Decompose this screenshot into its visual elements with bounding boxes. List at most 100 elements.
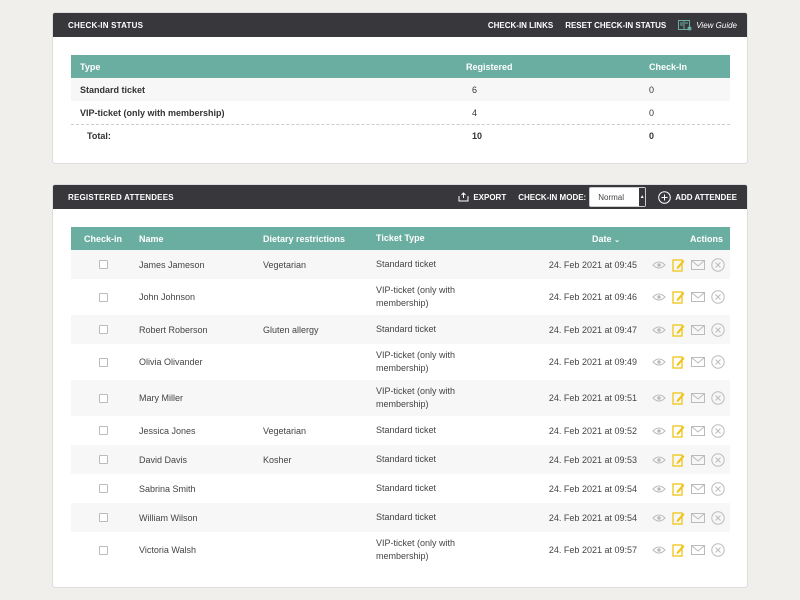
mail-icon[interactable] xyxy=(691,512,705,523)
attendee-name: John Johnson xyxy=(139,292,196,302)
checkin-checkbox[interactable] xyxy=(98,513,108,522)
checkin-checkbox[interactable] xyxy=(98,260,108,269)
mail-icon[interactable] xyxy=(691,357,705,367)
attendee-ticket: VIP-ticket (only with membership) xyxy=(376,285,456,308)
attendee-row: Olivia Olivander VIP-ticket (only with me… xyxy=(71,344,730,380)
view-guide-link[interactable]: View Guide xyxy=(678,19,737,31)
edit-icon[interactable] xyxy=(672,391,685,405)
status-row: Standard ticket 6 0 xyxy=(71,78,730,101)
checkin-cell xyxy=(71,426,135,435)
checkin-cell xyxy=(71,545,135,555)
col-checkin: Check-in xyxy=(83,233,122,244)
checkin-cell xyxy=(71,513,135,522)
add-attendee-button[interactable]: ADD ATTENDEE xyxy=(658,190,737,204)
mail-icon[interactable] xyxy=(691,259,705,270)
checkin-checkbox[interactable] xyxy=(98,484,108,493)
close-circle-icon[interactable] xyxy=(711,355,725,369)
attendee-name: William Wilson xyxy=(139,512,198,523)
close-circle-icon[interactable] xyxy=(711,257,725,272)
col-date-sort[interactable]: Date ⌄ xyxy=(476,234,646,244)
eye-icon[interactable] xyxy=(652,513,666,523)
attendee-name: James Jameson xyxy=(139,259,205,270)
checkin-checkbox[interactable] xyxy=(98,393,108,403)
checkin-cell xyxy=(71,455,135,464)
eye-icon[interactable] xyxy=(652,484,666,494)
edit-icon[interactable] xyxy=(672,323,685,337)
eye-icon[interactable] xyxy=(652,545,666,555)
close-circle-icon[interactable] xyxy=(711,322,725,337)
checkin-checkbox[interactable] xyxy=(98,545,108,555)
attendee-row: Victoria Walsh VIP-ticket (only with memb… xyxy=(71,532,730,568)
mail-icon[interactable] xyxy=(691,545,705,555)
reset-checkin-button[interactable]: RESET CHECK-IN STATUS xyxy=(565,21,666,30)
attendees-table: Check-in Name Dietary restrictions Ticke… xyxy=(71,227,730,568)
attendee-ticket: Standard ticket xyxy=(376,512,437,522)
checkin-checkbox[interactable] xyxy=(98,325,108,334)
close-circle-icon[interactable] xyxy=(711,391,725,405)
close-circle-icon[interactable] xyxy=(711,452,725,467)
eye-icon[interactable] xyxy=(652,393,666,403)
export-label: EXPORT xyxy=(473,192,507,202)
registered-attendees-panel: REGISTERED ATTENDEES EXPORT CHECK-IN MOD… xyxy=(52,184,748,588)
status-checkin: 0 xyxy=(649,84,655,95)
checkin-links-button[interactable]: CHECK-IN LINKS xyxy=(488,21,553,30)
edit-icon[interactable] xyxy=(672,511,685,525)
eye-icon[interactable] xyxy=(652,292,666,302)
close-circle-icon[interactable] xyxy=(711,481,725,496)
close-circle-icon[interactable] xyxy=(711,290,725,304)
attendee-date: 24. Feb 2021 at 09:49 xyxy=(548,357,637,367)
edit-icon[interactable] xyxy=(672,424,685,438)
checkin-cell xyxy=(71,325,135,334)
attendee-date: 24. Feb 2021 at 09:46 xyxy=(548,292,637,302)
checkin-cell xyxy=(71,292,135,302)
checkin-checkbox[interactable] xyxy=(98,357,108,367)
mail-icon[interactable] xyxy=(691,292,705,302)
edit-icon[interactable] xyxy=(672,290,685,304)
attendee-ticket: Standard ticket xyxy=(376,483,437,493)
edit-icon[interactable] xyxy=(672,258,685,272)
mail-icon[interactable] xyxy=(691,425,705,436)
row-actions xyxy=(646,510,730,525)
attendee-diet: Gluten allergy xyxy=(263,324,319,335)
attendee-row: John Johnson VIP-ticket (only with member… xyxy=(71,279,730,315)
status-total-row: Total: 10 0 xyxy=(71,124,730,147)
attendee-name: Sabrina Smith xyxy=(139,483,196,494)
status-type: VIP-ticket (only with membership) xyxy=(80,107,225,118)
attendee-row: Jessica Jones Vegetarian Standard ticket 24… xyxy=(71,416,730,445)
attendee-row: James Jameson Vegetarian Standard ticket 24… xyxy=(71,250,730,279)
checkin-status-header: CHECK-IN STATUS CHECK-IN LINKS RESET CHE… xyxy=(53,13,747,37)
eye-icon[interactable] xyxy=(652,357,666,367)
mail-icon[interactable] xyxy=(691,483,705,494)
checkin-checkbox[interactable] xyxy=(98,426,108,435)
status-registered: 4 xyxy=(472,107,478,118)
row-actions xyxy=(646,391,730,405)
col-name: Name xyxy=(139,233,164,244)
checkin-mode-select[interactable]: Normal ▲ xyxy=(589,187,647,207)
attendee-date: 24. Feb 2021 at 09:51 xyxy=(548,393,637,403)
attendee-row: Mary Miller VIP-ticket (only with members… xyxy=(71,380,730,416)
status-row: VIP-ticket (only with membership) 4 0 xyxy=(71,101,730,124)
chevron-down-icon: ⌄ xyxy=(614,236,620,244)
edit-icon[interactable] xyxy=(672,482,685,496)
attendee-date: 24. Feb 2021 at 09:53 xyxy=(548,454,637,465)
edit-icon[interactable] xyxy=(672,355,685,369)
eye-icon[interactable] xyxy=(652,325,666,335)
close-circle-icon[interactable] xyxy=(711,423,725,438)
mail-icon[interactable] xyxy=(691,393,705,403)
attendee-name: Jessica Jones xyxy=(139,425,196,436)
eye-icon[interactable] xyxy=(652,426,666,436)
checkin-checkbox[interactable] xyxy=(98,455,108,464)
close-circle-icon[interactable] xyxy=(711,510,725,525)
attendee-diet: Kosher xyxy=(263,454,292,465)
eye-icon[interactable] xyxy=(652,455,666,465)
mail-icon[interactable] xyxy=(691,454,705,465)
close-circle-icon[interactable] xyxy=(711,543,725,557)
col-diet: Dietary restrictions xyxy=(263,233,346,244)
checkin-checkbox[interactable] xyxy=(98,292,108,302)
mail-icon[interactable] xyxy=(691,324,705,335)
col-type: Type xyxy=(80,61,101,72)
eye-icon[interactable] xyxy=(652,260,666,270)
export-button[interactable]: EXPORT xyxy=(458,192,506,202)
edit-icon[interactable] xyxy=(672,543,685,557)
edit-icon[interactable] xyxy=(672,453,685,467)
